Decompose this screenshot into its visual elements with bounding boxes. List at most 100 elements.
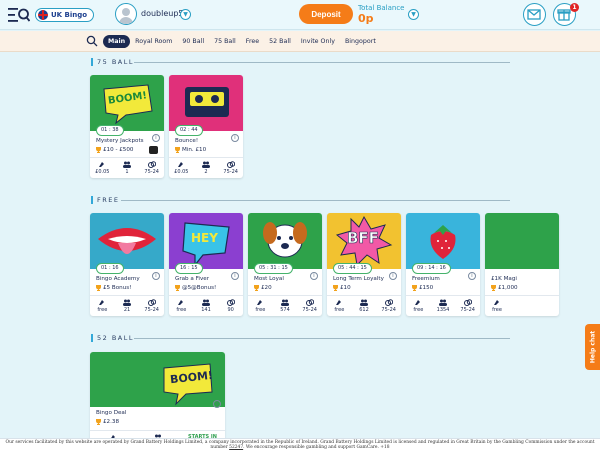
trophy-icon <box>333 285 338 291</box>
info-icon[interactable]: i <box>468 272 476 280</box>
game-prize: £10 <box>333 285 351 291</box>
game-type: 75-24 <box>302 307 317 313</box>
messages-button[interactable] <box>523 3 546 26</box>
ticket-price: £0.05 <box>174 169 189 175</box>
game-card[interactable]: 01 : 16 i Bingo Academy £5 Bonus! free 2… <box>90 213 164 316</box>
game-type: 75-24 <box>144 307 159 313</box>
game-type: 90 <box>227 307 234 313</box>
game-card[interactable]: 05 : 31 : 15 i Most Loyal £20 free 574 7… <box>248 213 322 316</box>
help-chat-label: Help chat <box>589 330 596 364</box>
total-balance-value: 0p <box>358 12 374 25</box>
notification-badge: 1 <box>570 3 579 12</box>
game-timer: 16 : 15 <box>175 263 203 274</box>
section-marker <box>91 334 93 342</box>
trophy-icon <box>175 147 180 153</box>
game-name: Bingo Academy <box>96 276 140 282</box>
game-card[interactable]: HEY 16 : 15 i Grab a Fiver @5@Bonus! fre… <box>169 213 243 316</box>
tab-royal-room[interactable]: Royal Room <box>130 35 177 48</box>
tab-52-ball[interactable]: 52 Ball <box>264 35 296 48</box>
tab-invite-only[interactable]: Invite Only <box>296 35 340 48</box>
game-name: Most Loyal <box>254 276 284 282</box>
gambling-commission-link[interactable]: 52247 <box>229 445 243 450</box>
game-prize: £20 <box>254 285 272 291</box>
tab-bingoport[interactable]: Bingoport <box>340 35 381 48</box>
category-nav: Main Royal Room 90 Ball 75 Ball Free 52 … <box>0 31 600 52</box>
menu-search-icon[interactable] <box>8 7 30 23</box>
game-card[interactable]: BOOM! 01 : 38 i Mystery Jackpots £10 - £… <box>90 75 164 178</box>
tab-75-ball[interactable]: 75 Ball <box>209 35 241 48</box>
game-prize-value: £10 <box>340 285 351 291</box>
game-artwork: BFF <box>327 213 401 269</box>
info-icon[interactable]: i <box>213 400 221 408</box>
game-stats: free <box>485 295 559 315</box>
uk-flag-icon <box>38 10 48 20</box>
section-divider <box>134 62 510 63</box>
info-icon[interactable]: i <box>152 134 160 142</box>
game-prize: £5 Bonus! <box>96 285 131 291</box>
game-stats: free 1354 75-24 <box>406 295 480 315</box>
player-count: 1 <box>125 169 129 175</box>
game-prize-value: £150 <box>419 285 434 291</box>
game-stats: free 141 90 <box>169 295 243 315</box>
game-stats: free 612 75-24 <box>327 295 401 315</box>
game-type: 75-24 <box>460 307 475 313</box>
help-chat-button[interactable]: Help chat <box>585 324 600 370</box>
player-count: 141 <box>201 307 211 313</box>
game-card[interactable]: BFF 05 : 44 : 15 i Long Term Loyalty £10… <box>327 213 401 316</box>
total-balance-label: Total Balance <box>358 4 405 12</box>
game-card[interactable]: £1K Magi £1,000 free <box>485 213 559 316</box>
avatar[interactable] <box>115 3 137 25</box>
ticket-price: free <box>255 307 266 313</box>
info-icon[interactable]: i <box>231 272 239 280</box>
deposit-button[interactable]: Deposit <box>299 4 353 24</box>
game-prize-value: £10 - £500 <box>103 147 134 153</box>
strawberry-icon <box>430 225 456 259</box>
players-icon <box>202 299 210 306</box>
player-count: 1354 <box>436 307 450 313</box>
game-card[interactable]: 02 : 44 i Bounce! Min. £10 £0.05 2 75-24 <box>169 75 243 178</box>
ticket-price-icon <box>257 300 263 305</box>
players-icon <box>360 299 368 306</box>
ticket-price-icon <box>99 300 105 305</box>
brand-logo[interactable]: UK Bingo <box>35 8 95 22</box>
game-card[interactable]: 09 : 14 : 16 i Freemium £150 free 1354 7… <box>406 213 480 316</box>
game-prize: £2.38 <box>96 419 119 425</box>
game-artwork <box>248 213 322 269</box>
search-icon[interactable] <box>86 35 98 47</box>
game-prize: £1,000 <box>491 285 518 291</box>
game-card[interactable]: BOOM! i Bingo Deal £2.38 STARTS IN <box>90 352 225 447</box>
player-count: 21 <box>123 307 131 313</box>
balance-chevron-down-icon[interactable]: ▼ <box>408 9 419 20</box>
info-icon[interactable]: i <box>152 272 160 280</box>
info-icon[interactable]: i <box>389 272 397 280</box>
section-marker <box>91 196 93 204</box>
game-name: Bingo Deal <box>96 410 127 416</box>
game-stats: £0.05 2 75-24 <box>169 157 243 177</box>
game-type: 75-24 <box>223 169 238 175</box>
tab-90-ball[interactable]: 90 Ball <box>177 35 209 48</box>
info-icon[interactable]: i <box>231 134 239 142</box>
game-name: Grab a Fiver <box>175 276 210 282</box>
jackpot-tag-icon <box>149 146 158 154</box>
game-name: Freemium <box>412 276 440 282</box>
player-count: 2 <box>204 169 208 175</box>
section-title-free: FREE <box>97 196 120 204</box>
game-artwork: HEY <box>169 213 243 269</box>
game-artwork-text: HEY <box>191 231 218 245</box>
game-prize-value: Min. £10 <box>182 147 207 153</box>
game-stats: free 21 75-24 <box>90 295 164 315</box>
cassette-icon <box>185 87 229 117</box>
dog-icon <box>263 222 307 258</box>
players-icon <box>123 161 131 168</box>
tab-main[interactable]: Main <box>103 34 131 48</box>
tab-free[interactable]: Free <box>241 35 264 48</box>
game-type: 75-24 <box>381 307 396 313</box>
game-name: Mystery Jackpots <box>96 138 144 144</box>
game-prize: £150 <box>412 285 433 291</box>
trophy-icon <box>412 285 417 291</box>
info-icon[interactable]: i <box>310 272 318 280</box>
trophy-icon <box>96 419 101 425</box>
account-chevron-down-icon[interactable]: ▼ <box>180 9 191 20</box>
ticket-price-icon <box>99 162 105 167</box>
game-prize-value: £20 <box>261 285 272 291</box>
